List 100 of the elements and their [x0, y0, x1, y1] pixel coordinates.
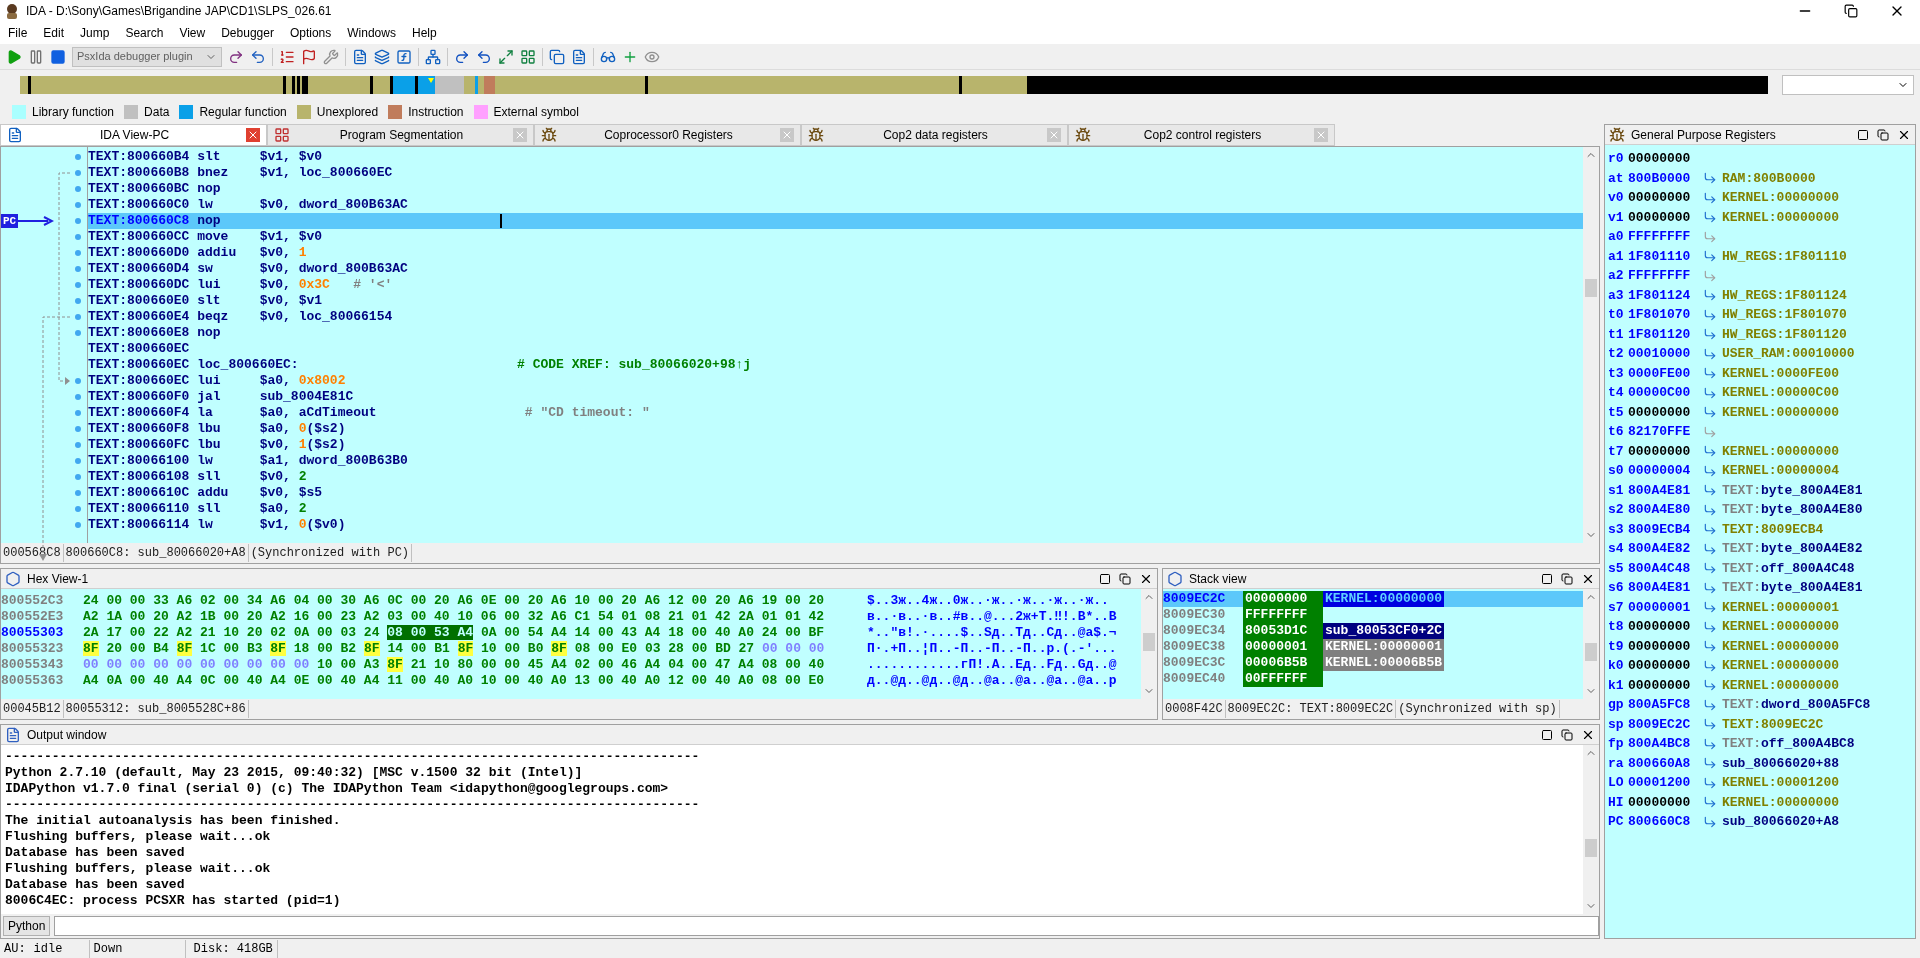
maximize-icon[interactable]: [1857, 128, 1869, 141]
list-icon[interactable]: [279, 48, 295, 65]
address-label: TEXT:8006610C: [88, 485, 190, 501]
code-row[interactable]: TEXT:800660E8 nop: [88, 325, 1583, 341]
code-row[interactable]: TEXT:800660E0 slt $v0, $v1: [88, 293, 1583, 309]
code-row[interactable]: TEXT:800660C8 nop: [88, 213, 1583, 229]
function-icon[interactable]: [396, 48, 412, 65]
code-row[interactable]: TEXT:800660F4 la $a0, aCdTimeout # "CD timeout: ": [88, 405, 1583, 421]
register-value: 8009EC2C: [1628, 715, 1692, 734]
code-row[interactable]: TEXT:800660FC lbu $v0, 1($s2): [88, 437, 1583, 453]
tab[interactable]: Program Segmentation: [267, 124, 534, 146]
menu-item[interactable]: Options: [281, 24, 340, 42]
maximize-icon[interactable]: [1541, 572, 1553, 585]
mnemonic: nop: [197, 213, 222, 229]
code-row[interactable]: TEXT:800660BC nop: [88, 181, 1583, 197]
register-name: t7: [1608, 442, 1625, 461]
grid-icon[interactable]: [520, 48, 536, 65]
pointer-icon: [1703, 697, 1717, 712]
code-row[interactable]: TEXT:800660F0 jal sub_8004E81C: [88, 389, 1583, 405]
code-row[interactable]: TEXT:800660EC lui $a0, 0x8002: [88, 373, 1583, 389]
wrench-icon[interactable]: [323, 48, 339, 65]
stop-icon[interactable]: [50, 48, 66, 65]
address-label: TEXT:80066114: [88, 517, 190, 533]
tab[interactable]: Cop2 data registers: [801, 124, 1068, 146]
layers-icon[interactable]: [374, 48, 390, 65]
register-name: t5: [1608, 403, 1625, 422]
pause-icon[interactable]: [28, 48, 44, 65]
code-row[interactable]: TEXT:800660EC loc_800660EC: # CODE XREF: sub_80066020+98↑j: [88, 357, 1583, 373]
scroll-bar[interactable]: [1583, 745, 1599, 914]
mnemonic: nop: [197, 325, 222, 341]
network-icon[interactable]: [425, 48, 441, 65]
pointer-icon: [1703, 463, 1717, 478]
scroll-bar[interactable]: [1583, 589, 1599, 699]
restore-icon[interactable]: [1561, 728, 1573, 741]
code-row[interactable]: TEXT:800660B4 slt $v1, $v0: [88, 149, 1583, 165]
code-row[interactable]: TEXT:800660EC: [88, 341, 1583, 357]
hex-address: 80055343: [1, 657, 65, 673]
code-row[interactable]: TEXT:80066114 lw $v1, 0($v0): [88, 517, 1583, 533]
hex-address: 80055303: [1, 625, 65, 641]
pointer-icon: [1703, 756, 1717, 771]
code-row[interactable]: TEXT:800660B8 bnez $v1, loc_800660EC: [88, 165, 1583, 181]
code-row[interactable]: TEXT:80066108 sll $v0, 2: [88, 469, 1583, 485]
tab[interactable]: Coprocessor0 Registers: [534, 124, 801, 146]
register-value: 800A4E81: [1628, 481, 1692, 500]
register-value: 00000000: [1628, 403, 1692, 422]
code-row[interactable]: TEXT:800660D4 sw $v0, dword_800B63AC: [88, 261, 1583, 277]
register-value: 82170FFE: [1628, 423, 1692, 441]
mnemonic: lui: [197, 373, 222, 389]
register-target: HW_REGS:1F801110: [1722, 247, 1847, 266]
command-input[interactable]: [54, 916, 1599, 936]
page-icon[interactable]: [571, 48, 587, 65]
code-row[interactable]: TEXT:80066110 sll $a0, 2: [88, 501, 1583, 517]
app-icon: [4, 3, 20, 19]
play-icon[interactable]: [6, 48, 22, 65]
navigation-band-drawing[interactable]: [20, 76, 1768, 94]
pointer-icon: [1703, 561, 1717, 576]
scroll-bar[interactable]: [1141, 589, 1157, 699]
code-row[interactable]: TEXT:800660CC move $v1, $v0: [88, 229, 1583, 245]
restore-icon[interactable]: [1561, 572, 1573, 585]
document-icon[interactable]: [352, 48, 368, 65]
maximize-icon[interactable]: [1541, 728, 1553, 741]
hex-bytes: 24 00 00 33 A6 02 00 34 A6 04 00 30 A6 0C 00 20 A6 0E 00 20 A6 10 00 20 A6 12 00 20 A6 19 00 20: [83, 593, 826, 609]
register-name: sp: [1608, 715, 1625, 734]
maximize-icon[interactable]: [1099, 572, 1111, 585]
pointer-icon: [1703, 268, 1717, 283]
code-row[interactable]: TEXT:8006610C addu $v0, $s5: [88, 485, 1583, 501]
flag-icon[interactable]: [301, 48, 317, 65]
menu-item[interactable]: Search: [117, 24, 172, 42]
code-row[interactable]: TEXT:800660DC lui $v0, 0x3C # '<': [88, 277, 1583, 293]
windows-icon[interactable]: [549, 48, 565, 65]
register-value: 800A4E80: [1628, 501, 1692, 519]
scroll-bar[interactable]: [1583, 147, 1599, 543]
code-row[interactable]: TEXT:80066100 lw $a1, dword_800B63B0: [88, 453, 1583, 469]
code-row[interactable]: TEXT:800660E4 beqz $v0, loc_80066154: [88, 309, 1583, 325]
tab-close-button[interactable]: [246, 128, 260, 142]
code-row[interactable]: TEXT:800660D0 addiu $v0, 1: [88, 245, 1583, 261]
status-label: AU:: [3, 940, 27, 958]
menu-item[interactable]: Help: [403, 24, 445, 42]
restore-icon[interactable]: [1119, 572, 1131, 585]
register-name: t3: [1608, 364, 1625, 383]
language-button[interactable]: Python: [3, 916, 51, 936]
menu-item[interactable]: View: [171, 24, 214, 42]
register-name: a0: [1608, 228, 1625, 246]
tab[interactable]: Cop2 control registers: [1068, 124, 1335, 146]
menu-item[interactable]: Debugger: [213, 24, 282, 42]
pointer-icon: [1703, 522, 1717, 537]
register-target: KERNEL:00000000: [1722, 637, 1840, 656]
tab[interactable]: IDA View-PC: [0, 124, 267, 146]
code-row[interactable]: TEXT:800660F8 lbu $a0, 0($s2): [88, 421, 1583, 437]
restore-icon[interactable]: [1877, 128, 1889, 141]
register-target: TEXT:dword_800A5FC8: [1722, 696, 1871, 714]
restore-icon[interactable]: [1844, 4, 1858, 18]
menu-item[interactable]: Jump: [72, 24, 118, 42]
code-row[interactable]: TEXT:800660C0 lw $v0, dword_800B63AC: [88, 197, 1583, 213]
menu-item[interactable]: File: [0, 24, 36, 42]
menu-item[interactable]: Windows: [339, 24, 404, 42]
mnemonic: jal: [197, 389, 222, 405]
register-value: 00000000: [1628, 189, 1692, 207]
menu-item[interactable]: Edit: [35, 24, 73, 42]
segment-select[interactable]: [1782, 75, 1914, 95]
